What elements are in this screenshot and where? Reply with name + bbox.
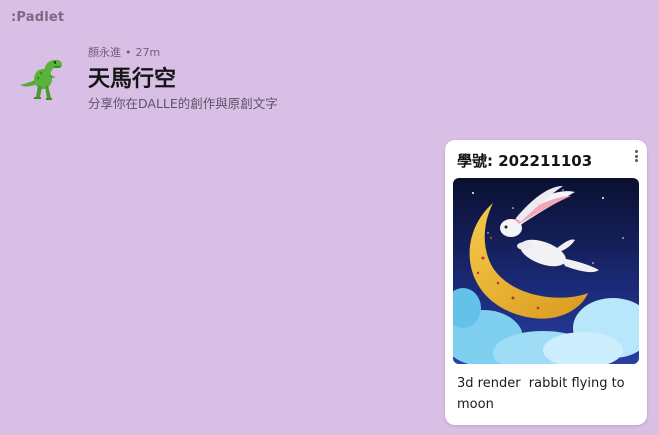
post-card[interactable]: 學號: 202211103 3d render rabbit flying to…: [445, 140, 647, 425]
rabbit-on-moon-image: [453, 178, 639, 364]
more-vertical-icon[interactable]: [631, 148, 641, 164]
meta-separator: •: [125, 46, 132, 59]
padlet-title: 天馬行空: [88, 67, 177, 92]
post-image[interactable]: [453, 178, 639, 364]
post-title: 學號: 202211103: [457, 152, 593, 170]
timestamp: 27m: [135, 46, 161, 59]
author-avatar: [14, 55, 66, 103]
padlet-logo[interactable]: :Padlet: [11, 10, 64, 25]
post-meta: 顏永進 • 27m: [88, 44, 160, 60]
padlet-subtitle: 分享你在DALLE的創作與原創文字: [88, 96, 278, 111]
author-name[interactable]: 顏永進: [88, 46, 121, 59]
post-body: 3d render rabbit flying to moon: [457, 376, 629, 412]
dinosaur-icon: [20, 59, 62, 100]
